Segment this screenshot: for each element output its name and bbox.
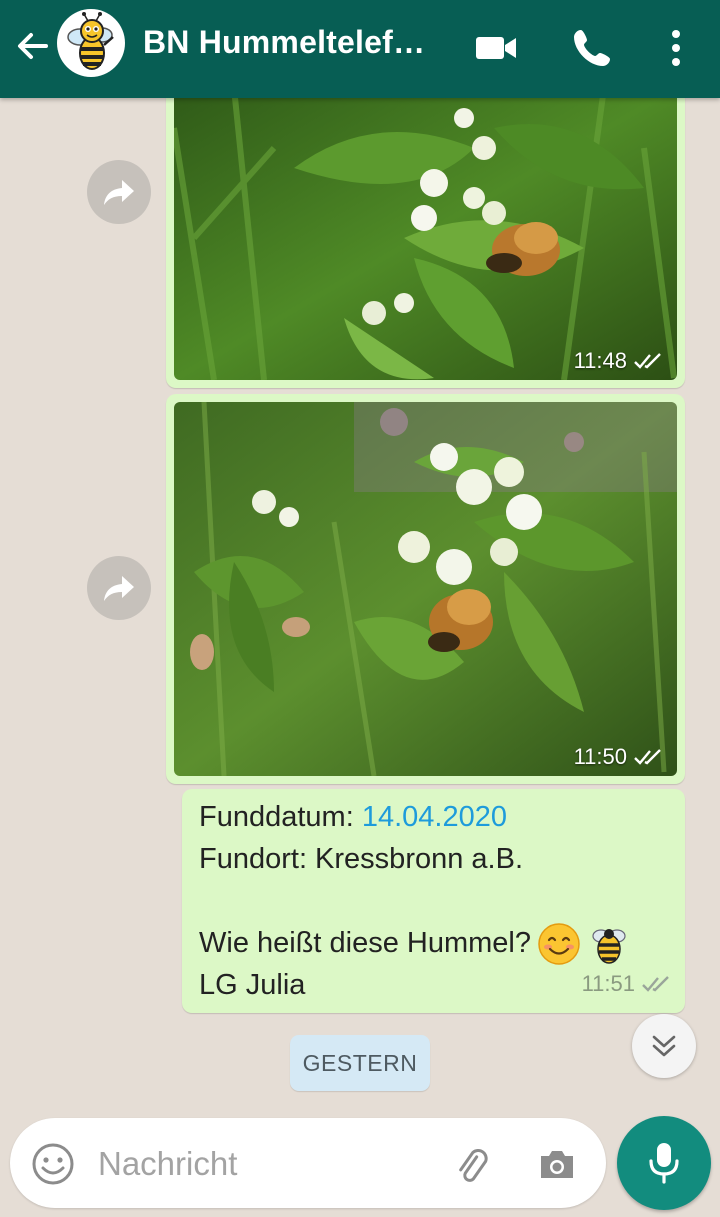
chat-title[interactable]: BN Hummeltelef… [143, 24, 443, 61]
chat-header: BN Hummeltelef… [0, 0, 720, 98]
forward-button[interactable] [87, 160, 151, 224]
read-ticks-icon [634, 749, 661, 765]
message-time: 11:50 [574, 744, 663, 770]
camera-icon[interactable] [534, 1142, 580, 1188]
forward-button[interactable] [87, 556, 151, 620]
scroll-down-button[interactable] [632, 1014, 696, 1078]
emoji-icon[interactable] [30, 1141, 76, 1187]
read-ticks-icon [634, 353, 661, 369]
delivered-ticks-icon [642, 976, 669, 992]
message-line: Wie heißt diese Hummel? [199, 922, 631, 966]
message-time: 11:48 [574, 348, 663, 374]
message-line: Funddatum: 14.04.2020 [199, 796, 631, 838]
forward-icon [104, 576, 134, 601]
date-link[interactable]: 14.04.2020 [362, 801, 507, 833]
bumblebee-photo[interactable] [174, 98, 677, 380]
bee-emoji [592, 929, 626, 965]
video-call-icon[interactable] [472, 24, 520, 72]
bumblebee-photo[interactable] [174, 402, 677, 776]
chat-area[interactable]: 11:48 11:50 Funddatum: 14.04.2020 Fundor… [0, 98, 720, 1217]
image-message[interactable]: 11:48 [166, 98, 685, 388]
phone-icon[interactable] [568, 24, 616, 72]
message-input-bar [10, 1118, 606, 1208]
date-separator: GESTERN [290, 1035, 430, 1091]
question-text: Wie heißt diese Hummel? [199, 927, 531, 959]
more-vert-icon[interactable] [652, 24, 700, 72]
back-arrow-icon[interactable] [12, 26, 52, 66]
date-label: Funddatum: [199, 801, 362, 833]
message-time: 11:51 [582, 963, 671, 1005]
image-message[interactable]: 11:50 [166, 394, 685, 784]
forward-icon [104, 180, 134, 205]
text-message[interactable]: Funddatum: 14.04.2020 Fundort: Kressbron… [182, 789, 685, 1013]
bee-avatar[interactable] [57, 9, 125, 77]
message-input[interactable] [96, 1141, 420, 1187]
double-chevron-down-icon [652, 1035, 676, 1057]
smiling-face-emoji [538, 923, 580, 966]
mic-icon [649, 1143, 679, 1184]
signature-line: LG Julia [199, 969, 306, 1001]
message-line: Fundort: Kressbronn a.B. [199, 843, 523, 875]
mic-button[interactable] [617, 1116, 711, 1210]
attach-icon[interactable] [448, 1142, 494, 1188]
